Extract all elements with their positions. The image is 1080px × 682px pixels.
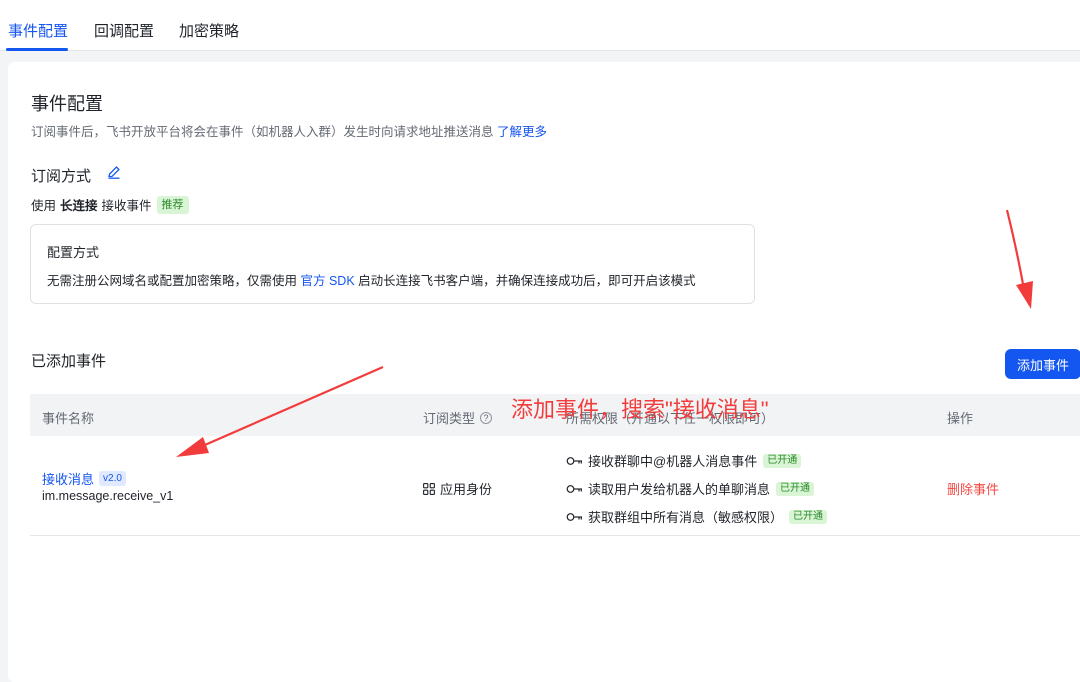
permission-label: 接收群聊中@机器人消息事件 [588, 454, 758, 469]
added-events-title: 已添加事件 [31, 353, 107, 370]
permission-item: 获取群组中所有消息（敏感权限） 已开通 [566, 507, 828, 526]
opened-badge: 已开通 [763, 453, 802, 468]
config-method-text: 无需注册公网域名或配置加密策略，仅需使用 官方 SDK 启动长连接飞书客户端，并… [47, 270, 696, 289]
config-text-after: 启动长连接飞书客户端，并确保连接成功后，即可开启该模式 [358, 274, 696, 288]
app-grid-icon [423, 482, 435, 495]
method-long-connection: 长连接 [60, 199, 98, 213]
table-row: 接收消息 v2.0 im.message.receive_v1 应用身份 接收群… [30, 436, 1080, 536]
key-icon [566, 512, 582, 521]
edit-icon[interactable] [106, 164, 122, 180]
version-badge: v2.0 [99, 471, 126, 486]
key-icon [566, 456, 582, 465]
permission-item: 读取用户发给机器人的单聊消息 已开通 [566, 479, 815, 498]
config-text-before: 无需注册公网域名或配置加密策略，仅需使用 [47, 274, 298, 288]
column-subscription-type-label: 订阅类型 [423, 411, 476, 426]
opened-badge: 已开通 [789, 509, 828, 524]
main-panel: 事件配置 订阅事件后，飞书开放平台将会在事件（如机器人入群）发生时向请求地址推送… [8, 62, 1080, 682]
tab-callback-config[interactable]: 回调配置 [94, 20, 154, 41]
opened-badge: 已开通 [776, 481, 815, 496]
method-prefix: 使用 [31, 199, 57, 213]
column-actions: 操作 [947, 411, 974, 426]
event-name: 接收消息 v2.0 [42, 469, 126, 488]
add-event-button[interactable]: 添加事件 [1005, 349, 1080, 379]
config-method-label: 配置方式 [47, 245, 100, 260]
subscription-title: 订阅方式 [31, 168, 92, 185]
learn-more-link[interactable]: 了解更多 [497, 125, 547, 139]
description-text: 订阅事件后，飞书开放平台将会在事件（如机器人入群）发生时向请求地址推送消息 [31, 125, 494, 139]
column-subscription-type: 订阅类型 ? [423, 408, 493, 427]
tab-event-config[interactable]: 事件配置 [8, 20, 68, 41]
page-description: 订阅事件后，飞书开放平台将会在事件（如机器人入群）发生时向请求地址推送消息 了解… [31, 121, 547, 140]
event-code: im.message.receive_v1 [42, 489, 174, 503]
subscription-type-value: 应用身份 [440, 482, 493, 497]
permission-item: 接收群聊中@机器人消息事件 已开通 [566, 451, 802, 470]
delete-event-link[interactable]: 删除事件 [947, 479, 999, 498]
method-suffix: 接收事件 [101, 199, 152, 213]
permission-label: 获取群组中所有消息（敏感权限） [588, 510, 784, 525]
active-tab-indicator [6, 48, 68, 51]
subscription-method: 使用 长连接 接收事件 推荐 [31, 195, 189, 214]
help-icon[interactable]: ? [480, 411, 493, 424]
subscription-type-cell: 应用身份 [423, 479, 492, 498]
key-icon [566, 484, 582, 493]
config-method-box: 配置方式 无需注册公网域名或配置加密策略，仅需使用 官方 SDK 启动长连接飞书… [30, 224, 755, 304]
permission-label: 读取用户发给机器人的单聊消息 [588, 482, 771, 497]
tab-encryption-strategy[interactable]: 加密策略 [179, 20, 239, 41]
annotation-text: 添加事件，搜索"接收消息" [511, 397, 769, 422]
tab-bar: 事件配置 回调配置 加密策略 [0, 0, 1080, 51]
event-name-link[interactable]: 接收消息 [42, 469, 94, 488]
official-sdk-link[interactable]: 官方 SDK [301, 274, 355, 288]
column-event-name: 事件名称 [42, 411, 95, 426]
recommend-badge: 推荐 [156, 195, 189, 214]
page-title: 事件配置 [31, 94, 103, 114]
